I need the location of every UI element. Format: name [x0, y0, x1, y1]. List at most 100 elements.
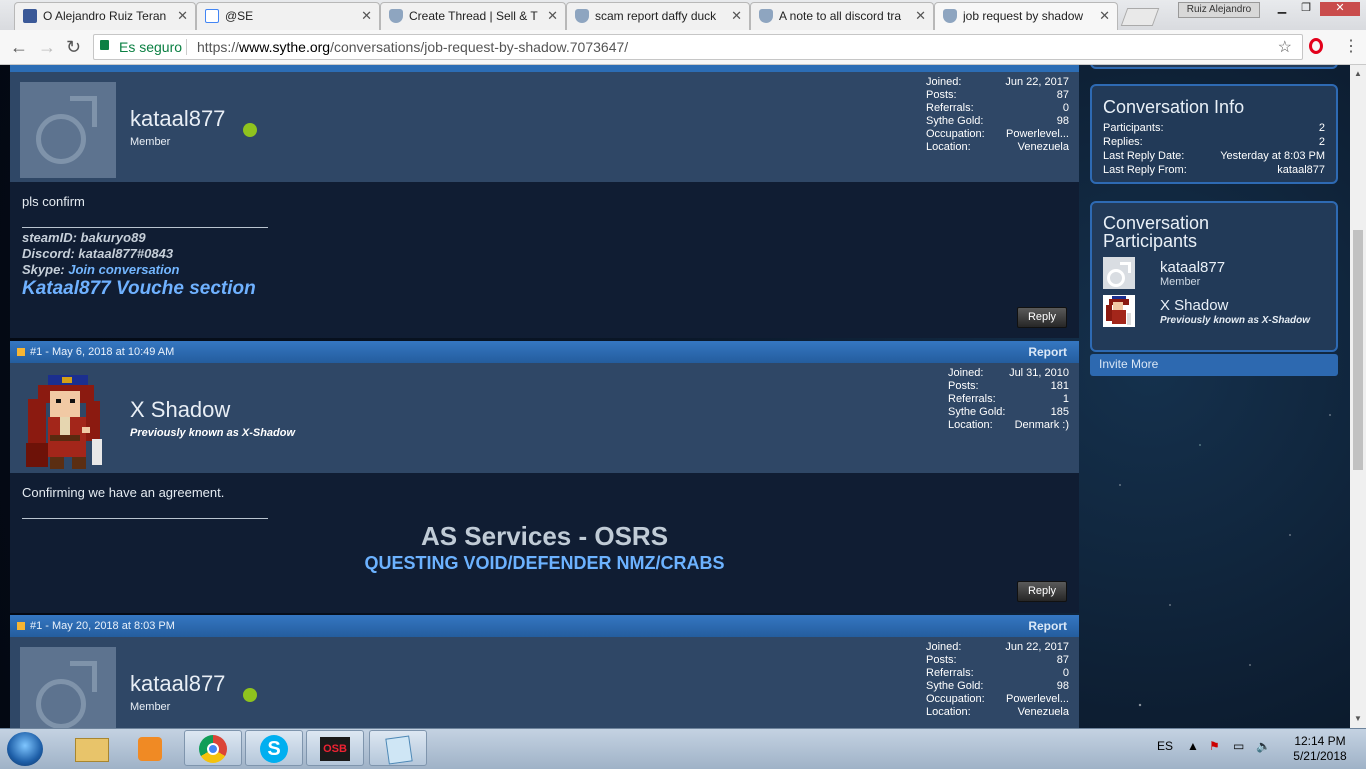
maximize-icon[interactable]: ❐	[1294, 2, 1318, 16]
menu-icon[interactable]: ⋮	[1343, 36, 1359, 56]
message-text: pls confirm	[22, 194, 85, 209]
sythe-shield-icon	[575, 9, 589, 23]
arrow-shape	[70, 661, 97, 692]
address-bar[interactable]: Es seguro https://www.sythe.org/conversa…	[93, 34, 1303, 60]
osb-icon[interactable]: OSB	[306, 730, 364, 766]
network-icon[interactable]: ▭	[1233, 739, 1244, 753]
show-hidden-icons-icon[interactable]: ▲	[1187, 739, 1199, 753]
user-stats: Joined: Jun 22, 2017 Posts: 87 Referrals: 0…	[926, 641, 1069, 719]
stat-row: Sythe Gold: 98	[926, 115, 1069, 128]
avatar[interactable]	[1103, 257, 1135, 289]
stat-value: Venezuela	[1017, 706, 1069, 718]
profile-button[interactable]: Ruiz Alejandro	[1178, 2, 1260, 18]
block-title: Conversation Participants	[1103, 213, 1210, 251]
tab-calendar[interactable]: @SE ✕	[196, 2, 380, 30]
signature-subtitle: QUESTING VOID/DEFENDER NMZ/CRABS	[364, 553, 725, 573]
media-player-shape	[138, 737, 162, 761]
scroll-up-icon[interactable]: ▲	[1354, 69, 1362, 78]
user-title: Previously known as X-Shadow	[130, 427, 296, 439]
close-icon[interactable]: ✕	[915, 8, 926, 24]
system-clock[interactable]: 12:14 PM 5/21/2018	[1282, 734, 1358, 764]
scroll-thumb[interactable]	[1353, 230, 1363, 470]
tab-create-thread[interactable]: Create Thread | Sell & T ✕	[380, 2, 566, 30]
volume-icon[interactable]: 🔈	[1256, 739, 1271, 753]
participant-name[interactable]: kataal877	[1160, 259, 1225, 276]
online-status-icon	[243, 123, 257, 137]
stat-label: Joined:	[926, 76, 962, 88]
close-window-icon[interactable]: ✕	[1320, 2, 1360, 16]
avatar[interactable]	[20, 373, 116, 469]
info-label: Replies:	[1103, 136, 1143, 148]
close-icon[interactable]: ✕	[547, 8, 558, 24]
notepad-icon[interactable]	[369, 730, 427, 766]
info-row: Last Reply Date: Yesterday at 8:03 PM	[1103, 150, 1325, 162]
close-icon[interactable]: ✕	[731, 8, 742, 24]
action-center-flag-icon[interactable]: ⚑	[1209, 739, 1220, 753]
stat-label: Posts:	[948, 380, 979, 392]
stat-row: Posts: 87	[926, 89, 1069, 102]
stat-label: Occupation:	[926, 128, 985, 140]
skype-icon[interactable]: S	[245, 730, 303, 766]
post-number[interactable]: #1 - May 20, 2018 at 8:03 PM	[30, 620, 175, 632]
page-scrollbar[interactable]: ▲ ▼	[1350, 65, 1366, 728]
close-icon[interactable]: ✕	[177, 8, 188, 24]
stat-value: 98	[1056, 115, 1069, 127]
post-icon	[17, 348, 25, 356]
google-calendar-icon	[205, 9, 219, 23]
post-header-strip	[10, 65, 1079, 72]
skype-link[interactable]: Join conversation	[68, 262, 179, 277]
reload-icon[interactable]: ↻	[66, 37, 81, 58]
invite-more-button[interactable]: Invite More	[1090, 354, 1338, 376]
info-value[interactable]: kataal877	[1277, 164, 1325, 176]
media-player-icon[interactable]	[122, 730, 180, 766]
notepad-shape	[385, 735, 413, 765]
language-indicator[interactable]: ES	[1157, 739, 1173, 753]
tab-facebook[interactable]: O Alejandro Ruiz Teran ✕	[14, 2, 196, 30]
avatar[interactable]	[1103, 295, 1135, 327]
tab-discord-note[interactable]: A note to all discord tra ✕	[750, 2, 934, 30]
user-info: X Shadow Previously known as X-Shadow Jo…	[10, 363, 1079, 473]
participant-name[interactable]: X Shadow	[1160, 297, 1228, 314]
close-icon[interactable]: ✕	[361, 8, 372, 24]
username[interactable]: X Shadow	[130, 397, 230, 423]
reply-button[interactable]: Reply	[1017, 307, 1067, 328]
bookmark-star-icon[interactable]: ☆	[1278, 37, 1292, 57]
opera-extension-icon[interactable]	[1309, 38, 1323, 54]
scroll-down-icon[interactable]: ▼	[1354, 714, 1362, 723]
avatar[interactable]	[20, 82, 116, 178]
sythe-shield-icon	[389, 9, 403, 23]
file-explorer-icon[interactable]	[62, 730, 120, 766]
info-row: Participants: 2	[1103, 122, 1325, 134]
minimize-icon[interactable]: ▁	[1270, 2, 1294, 16]
new-tab-button[interactable]	[1120, 8, 1160, 26]
stat-row: Joined: Jun 22, 2017	[926, 76, 1069, 89]
facebook-icon	[23, 9, 37, 23]
avatar[interactable]	[20, 647, 116, 728]
tab-scam-report[interactable]: scam report daffy duck ✕	[566, 2, 750, 30]
browser-toolbar: ← → ↻ Es seguro https://www.sythe.org/co…	[0, 30, 1366, 65]
stat-label: Sythe Gold:	[948, 406, 1006, 418]
stat-row: Joined: Jul 31, 2010	[948, 367, 1069, 380]
sythe-shield-icon	[943, 9, 957, 23]
report-link[interactable]: Report	[1028, 345, 1067, 359]
username[interactable]: kataal877	[130, 106, 225, 132]
stat-row: Joined: Jun 22, 2017	[926, 641, 1069, 654]
post-body: pls confirm steamID: bakuryo89 Discord: …	[10, 182, 1079, 338]
close-icon[interactable]: ✕	[1099, 8, 1110, 24]
chrome-icon[interactable]	[184, 730, 242, 766]
start-button[interactable]	[7, 732, 43, 766]
forward-icon[interactable]: →	[38, 37, 56, 58]
post-number[interactable]: #1 - May 6, 2018 at 10:49 AM	[30, 346, 174, 358]
divider	[186, 39, 187, 55]
vouch-link[interactable]: Kataal877 Vouche section	[22, 278, 256, 300]
stat-row: Referrals: 0	[926, 102, 1069, 115]
username[interactable]: kataal877	[130, 671, 225, 697]
clock-time: 12:14 PM	[1294, 734, 1346, 748]
stat-label: Referrals:	[926, 667, 974, 679]
stat-value: Jun 22, 2017	[1005, 76, 1069, 88]
reply-button[interactable]: Reply	[1017, 581, 1067, 602]
back-icon[interactable]: ←	[10, 37, 28, 58]
stat-value: Denmark :)	[1014, 419, 1069, 431]
tab-job-request[interactable]: job request by shadow ✕	[934, 2, 1118, 30]
report-link[interactable]: Report	[1028, 619, 1067, 633]
